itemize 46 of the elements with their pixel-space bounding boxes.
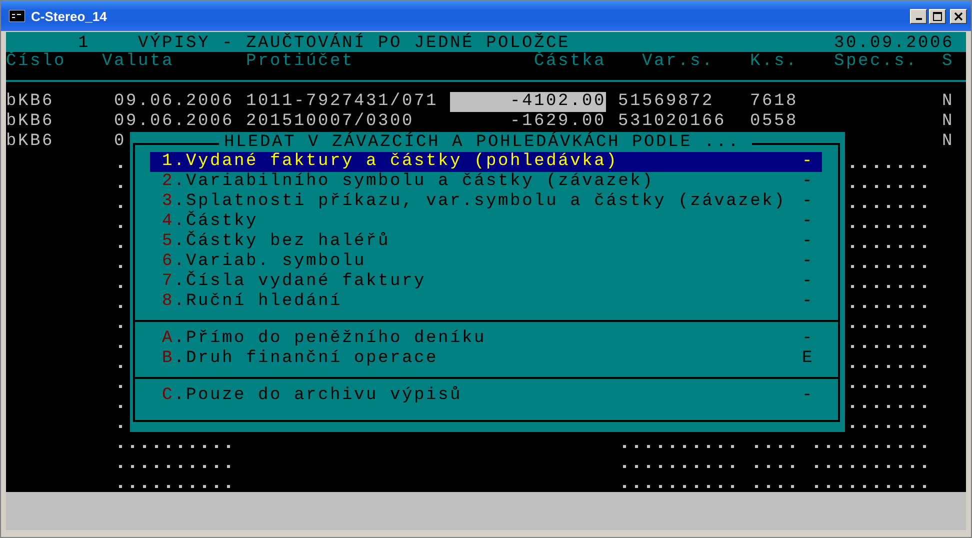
column-header: K.s. (750, 52, 798, 72)
menu-item[interactable]: 3.Splatnosti příkazu, var.symbolu a částky (závazek) - (150, 192, 822, 212)
table-cell: 09.06.2006 (114, 112, 234, 132)
menu-item[interactable]: 5.Částky bez haléřů - (150, 232, 822, 252)
close-icon (954, 12, 963, 20)
menu-item[interactable]: C.Pouze do archivu výpisů - (150, 386, 822, 406)
menu-item[interactable]: 1.Vydané faktury a částky (pohledávka) - (150, 152, 822, 172)
table-cell: 09.06.2006 (114, 92, 234, 112)
column-header: Protiúčet (246, 52, 354, 72)
minimize-button[interactable] (910, 8, 927, 24)
window-title: C-Stereo_14 (31, 8, 108, 24)
table-cell-text: bKB6 (6, 92, 56, 112)
minimize-icon (916, 18, 922, 20)
column-header: Částka (532, 52, 606, 72)
maximize-button[interactable] (929, 8, 946, 24)
table-cell-text: bKB6 (6, 112, 56, 132)
table-cell: -4102.00 (450, 92, 606, 112)
menu-item[interactable]: 2.Variabilního symbolu a částky (závazek) - (150, 172, 822, 192)
menu-item[interactable]: 4.Částky - (150, 212, 822, 232)
menu-item[interactable]: 6.Variab. symbolu - (150, 252, 822, 272)
menu-item[interactable]: B.Druh finanční operace E (150, 349, 822, 369)
screen-number: 1 (78, 33, 90, 55)
console-icon (9, 10, 25, 22)
screen-title: VÝPISY - ZAUČTOVÁNÍ PO JEDNÉ POLOŽCE (138, 32, 570, 53)
close-button[interactable] (950, 8, 967, 24)
maximize-icon (933, 12, 942, 20)
column-header: Spec.s. (834, 52, 918, 72)
table-cell-text: 0558 (750, 112, 800, 132)
date-text: 30.09.2006 (834, 33, 954, 54)
column-header: S (942, 52, 954, 72)
table-cell-text: -1629.00 (508, 112, 606, 132)
table-cell-text: 51569872 (618, 92, 716, 112)
table-cell-text: 201510007/0300 (246, 112, 416, 132)
table-cell-text: 7618 (750, 92, 800, 112)
table-cell-text: bKB6 (6, 132, 56, 152)
table-cell: N (942, 112, 954, 132)
table-cell-text: 531020166 (618, 112, 728, 132)
menu-item[interactable]: 7.Čísla vydané faktury - (150, 272, 822, 292)
table-cell: N (942, 92, 954, 112)
table-cell: N (942, 132, 954, 152)
menu-item[interactable]: 8.Ruční hledání - (150, 292, 822, 312)
menu-item[interactable]: A.Přímo do peněžního deníku - (150, 329, 822, 349)
table-cell-text: 1011-7927431/071 (246, 92, 440, 112)
column-header: Valuta (102, 52, 174, 72)
column-header: Var.s. (642, 52, 714, 72)
column-header: Číslo (6, 52, 66, 72)
